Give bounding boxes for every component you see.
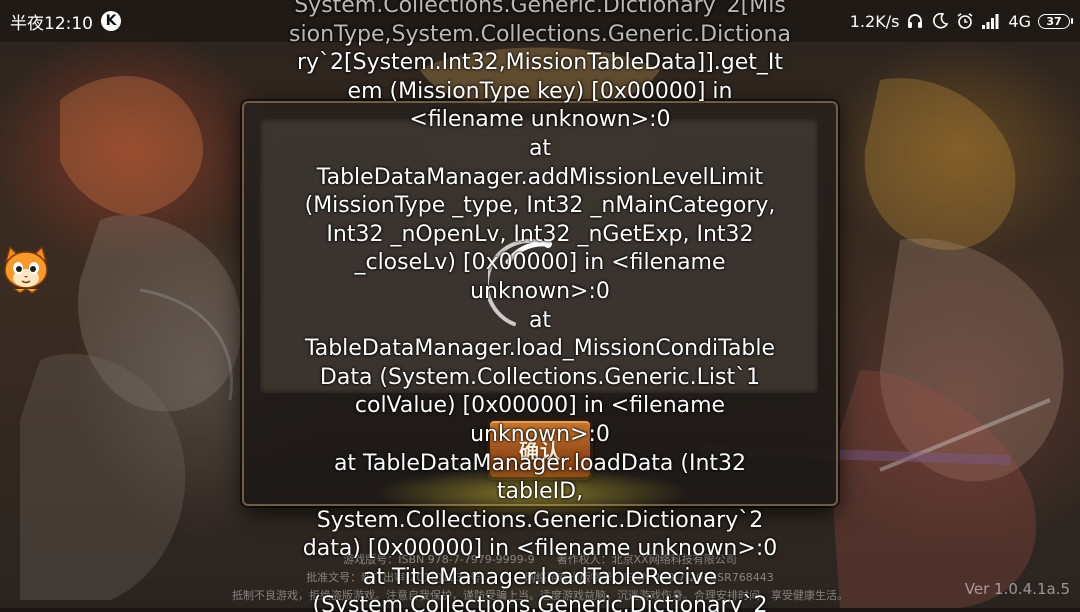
network-type: 4G (1008, 11, 1031, 31)
clock: 半夜12:10 (10, 13, 93, 34)
alarm-clock-icon (957, 13, 973, 29)
headphones-icon (908, 14, 923, 28)
network-speed: 1.2K/s (849, 11, 900, 31)
moon-icon (933, 12, 949, 29)
floating-cat-assistant-icon[interactable] (0, 243, 52, 295)
signal-strength-icon (982, 14, 999, 29)
app-notification-icon: K (101, 11, 121, 31)
status-bar: 半夜12:10 K 1.2K/s 4G 37 (0, 0, 1080, 42)
battery-level: 37 (1046, 14, 1062, 28)
battery-icon: 37 (1038, 13, 1073, 29)
version-label: Ver 1.0.4.1a.5 (964, 580, 1070, 598)
exception-stack-trace: System.Collections.Generic.Dictionary`2[… (289, 0, 791, 612)
